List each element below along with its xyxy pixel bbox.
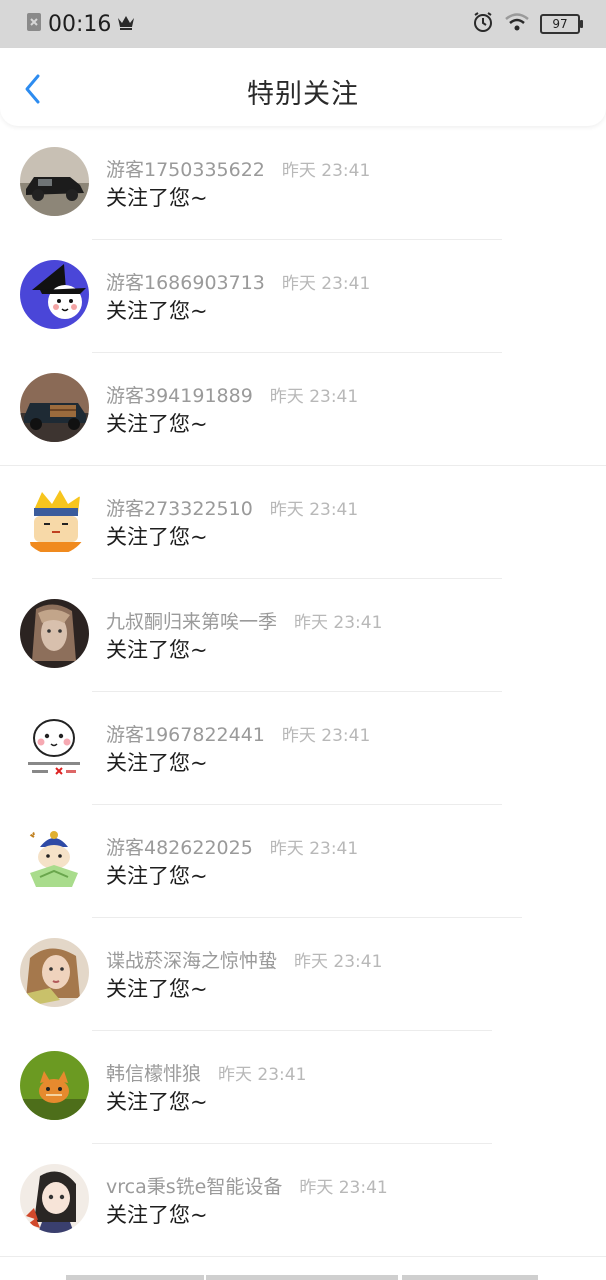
avatar[interactable]: [20, 599, 89, 668]
avatar[interactable]: [20, 147, 89, 216]
timestamp: 昨天 23:41: [269, 839, 359, 859]
item-header: 游客273322510 昨天 23:41: [106, 494, 358, 521]
user-name[interactable]: 游客394191889: [106, 381, 253, 408]
list-item[interactable]: 游客482622025 昨天 23:41 关注了您~: [0, 805, 606, 918]
item-header: 谍战菸深海之惊忡蛰 昨天 23:41: [106, 946, 382, 973]
divider: [0, 1256, 606, 1257]
page-title: 特别关注: [247, 79, 359, 110]
item-header: 九叔酮归来第唉一季 昨天 23:41: [106, 607, 382, 634]
list-item[interactable]: 韩信檬悱狼 昨天 23:41 关注了您~: [0, 1031, 606, 1144]
status-bar-left: 00:16: [26, 10, 135, 38]
list-item[interactable]: 游客1750335622 昨天 23:41 关注了您~: [0, 127, 606, 240]
item-header: vrca秉s铣e智能设备 昨天 23:41: [106, 1172, 388, 1199]
avatar[interactable]: [20, 712, 89, 781]
user-name[interactable]: 游客1750335622: [106, 155, 265, 182]
message-text: 关注了您~: [106, 638, 208, 662]
list-item[interactable]: 谍战菸深海之惊忡蛰 昨天 23:41 关注了您~: [0, 918, 606, 1031]
item-header: 韩信檬悱狼 昨天 23:41: [106, 1059, 306, 1086]
avatar[interactable]: [20, 1051, 89, 1120]
item-header: 游客482622025 昨天 23:41: [106, 833, 358, 860]
item-header: 游客1686903713 昨天 23:41: [106, 268, 370, 295]
timestamp: 昨天 23:41: [269, 500, 359, 520]
avatar[interactable]: [20, 373, 89, 442]
user-name[interactable]: 九叔酮归来第唉一季: [106, 607, 277, 634]
list-item[interactable]: 游客273322510 昨天 23:41 关注了您~: [0, 466, 606, 579]
timestamp: 昨天 23:41: [218, 1065, 307, 1085]
message-text: 关注了您~: [106, 525, 208, 549]
user-name[interactable]: vrca秉s铣e智能设备: [106, 1172, 282, 1199]
scroll-hint: [0, 1272, 606, 1280]
message-text: 关注了您~: [106, 1090, 208, 1114]
timestamp: 昨天 23:41: [294, 613, 383, 633]
timestamp: 昨天 23:41: [299, 1178, 388, 1198]
message-text: 关注了您~: [106, 412, 208, 436]
list-item[interactable]: 游客1967822441 昨天 23:41 关注了您~: [0, 692, 606, 805]
battery-icon: 97: [540, 14, 583, 34]
status-bar-right: 97: [472, 10, 583, 38]
user-name[interactable]: 游客1967822441: [106, 720, 265, 747]
message-text: 关注了您~: [106, 864, 208, 888]
avatar[interactable]: [20, 1164, 89, 1233]
status-bar: 00:16 97: [0, 0, 606, 48]
wifi-icon: [504, 12, 530, 36]
screenshot-icon: [26, 12, 42, 36]
avatar[interactable]: [20, 938, 89, 1007]
timestamp: 昨天 23:41: [269, 387, 359, 407]
timestamp: 昨天 23:41: [281, 161, 371, 181]
user-name[interactable]: 游客273322510: [106, 494, 253, 521]
follow-list: 游客1750335622 昨天 23:41 关注了您~ 游客1686903713…: [0, 127, 606, 1257]
list-item[interactable]: 游客394191889 昨天 23:41 关注了您~: [0, 353, 606, 466]
avatar[interactable]: [20, 260, 89, 329]
header-bar: 特别关注: [0, 48, 606, 126]
item-header: 游客394191889 昨天 23:41: [106, 381, 358, 408]
list-item[interactable]: 游客1686903713 昨天 23:41 关注了您~: [0, 240, 606, 353]
timestamp: 昨天 23:41: [281, 726, 371, 746]
message-text: 关注了您~: [106, 299, 208, 323]
status-time: 00:16: [48, 11, 112, 37]
list-item[interactable]: 九叔酮归来第唉一季 昨天 23:41 关注了您~: [0, 579, 606, 692]
timestamp: 昨天 23:41: [294, 952, 383, 972]
message-text: 关注了您~: [106, 751, 208, 775]
avatar[interactable]: [20, 486, 89, 555]
avatar[interactable]: [20, 825, 89, 894]
user-name[interactable]: 韩信檬悱狼: [106, 1059, 201, 1086]
message-text: 关注了您~: [106, 977, 208, 1001]
item-header: 游客1967822441 昨天 23:41: [106, 720, 370, 747]
user-name[interactable]: 游客1686903713: [106, 268, 265, 295]
user-name[interactable]: 游客482622025: [106, 833, 253, 860]
crown-icon: [117, 14, 135, 34]
item-header: 游客1750335622 昨天 23:41: [106, 155, 370, 182]
timestamp: 昨天 23:41: [281, 274, 371, 294]
alarm-icon: [472, 11, 494, 37]
message-text: 关注了您~: [106, 1203, 208, 1227]
list-item[interactable]: vrca秉s铣e智能设备 昨天 23:41 关注了您~: [0, 1144, 606, 1257]
user-name[interactable]: 谍战菸深海之惊忡蛰: [106, 946, 277, 973]
message-text: 关注了您~: [106, 186, 208, 210]
